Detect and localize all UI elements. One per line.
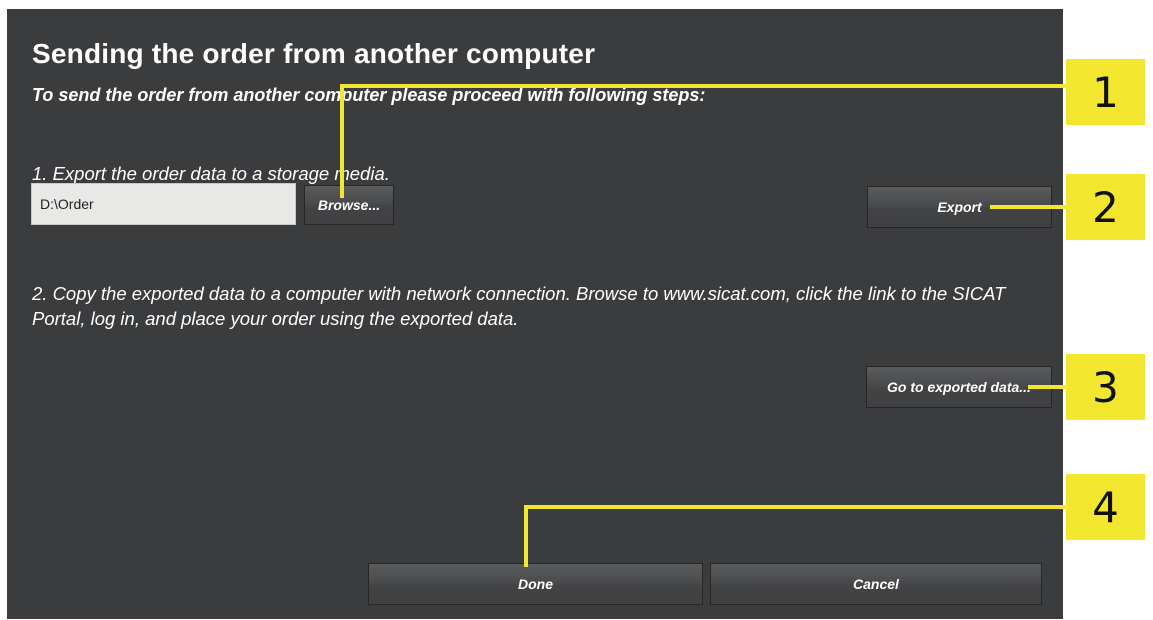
done-button[interactable]: Done [368,563,703,605]
callout-marker-3: 3 [1066,354,1145,420]
callout-1-horizontal-line [340,84,1066,88]
callout-4-vertical-line [524,505,528,567]
screenshot-stage: Sending the order from another computer … [0,0,1153,620]
dialog-title: Sending the order from another computer [32,38,596,69]
go-to-exported-data-button[interactable]: Go to exported data... [866,366,1052,408]
export-path-input[interactable] [31,183,296,225]
browse-button[interactable]: Browse... [304,185,394,225]
callout-2-line [990,205,1066,209]
send-order-dialog: Sending the order from another computer … [7,9,1063,619]
callout-1-vertical-line [340,84,344,198]
cancel-button[interactable]: Cancel [710,563,1042,605]
callout-marker-2: 2 [1066,174,1145,240]
callout-marker-4: 4 [1066,474,1145,540]
callout-marker-1: 1 [1066,59,1145,125]
step2-instruction: 2. Copy the exported data to a computer … [32,283,1006,329]
callout-4-horizontal-line [524,505,1066,509]
callout-3-line [1028,385,1066,389]
